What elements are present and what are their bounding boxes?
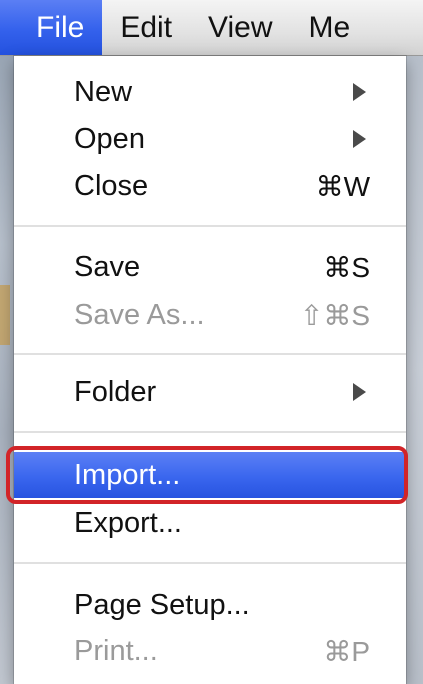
menu-item-close[interactable]: Close ⌘W <box>14 163 406 209</box>
menu-item-label: Folder <box>74 375 157 408</box>
menu-item-open[interactable]: Open <box>14 116 406 162</box>
shortcut-label: ⇧⌘S <box>299 299 370 331</box>
menu-item-folder[interactable]: Folder <box>14 369 406 415</box>
menu-separator <box>14 225 406 227</box>
shortcut-label: ⌘W <box>315 170 370 202</box>
shortcut-label: ⌘P <box>323 635 370 667</box>
submenu-arrow-icon <box>353 83 366 101</box>
menu-item-page-setup[interactable]: Page Setup... <box>14 582 406 628</box>
menu-item-label: Print... <box>74 634 158 667</box>
menu-file[interactable]: File <box>0 0 103 55</box>
menu-bar: File Edit View Me <box>0 0 423 56</box>
menu-separator <box>14 431 406 433</box>
menu-view[interactable]: View <box>190 0 290 55</box>
menu-item-print: Print... ⌘P <box>14 628 406 674</box>
menu-item-label: Page Setup... <box>74 588 250 621</box>
background-app-right <box>403 55 423 684</box>
menu-item-label: Import... <box>74 458 181 491</box>
menu-item-label: Open <box>74 122 145 155</box>
submenu-arrow-icon <box>353 383 366 401</box>
menu-item-new[interactable]: New <box>14 69 406 115</box>
menu-item-label: New <box>74 75 133 108</box>
menu-edit[interactable]: Edit <box>102 0 190 55</box>
menu-separator <box>14 562 406 564</box>
menu-item-save-as: Save As... ⇧⌘S <box>14 292 406 338</box>
menu-item-export[interactable]: Export... <box>14 500 406 546</box>
menu-item-label: Export... <box>74 506 182 539</box>
menu-item-import[interactable]: Import... <box>14 452 406 498</box>
shortcut-label: ⌘S <box>323 251 370 283</box>
background-app-swatch <box>0 285 10 345</box>
menu-item-label: Save <box>74 250 141 283</box>
menu-separator <box>14 353 406 355</box>
menu-item-save[interactable]: Save ⌘S <box>14 244 406 290</box>
menu-more-truncated[interactable]: Me <box>291 0 369 55</box>
menu-item-label: Save As... <box>74 298 205 331</box>
menu-item-label: Close <box>74 169 149 202</box>
file-menu-dropdown: New Open Close ⌘W Save ⌘S Save As... ⇧⌘S… <box>6 56 408 684</box>
submenu-arrow-icon <box>353 130 366 148</box>
